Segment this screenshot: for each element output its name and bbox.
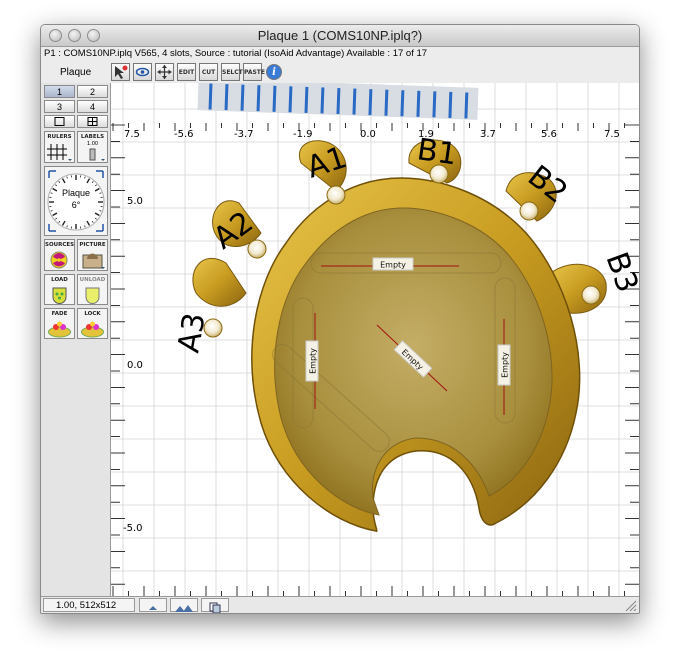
copy-button[interactable] xyxy=(201,598,229,613)
rulers-label: RULERS xyxy=(47,134,72,140)
cut-button[interactable]: CUT xyxy=(199,63,218,81)
labels-button[interactable]: LABELS 1.00 xyxy=(77,131,108,163)
x-tick-0: 7.5 xyxy=(124,129,140,140)
y-tick-2: -5.0 xyxy=(123,523,143,534)
unload-button[interactable]: UNLOAD xyxy=(77,274,108,305)
plaque-canvas[interactable]: Empty Empty Empty Empty A1 B1 A2 B2 A3 B… xyxy=(111,83,639,596)
ruler-strip xyxy=(197,83,479,120)
plaque-window: Plaque 1 (COMS10NP.iplq?) P1 : COMS10NP.… xyxy=(40,24,640,614)
unload-icon xyxy=(85,287,100,304)
load-label: LOAD xyxy=(51,277,68,283)
zoom-out-button[interactable] xyxy=(139,598,167,612)
info-button[interactable]: i xyxy=(266,64,282,80)
view-2-button[interactable]: 2 xyxy=(77,85,108,98)
sources-label: SOURCES xyxy=(45,242,75,248)
x-tick-8: 7.5 xyxy=(604,129,620,140)
move-button[interactable] xyxy=(155,63,174,81)
eye-icon xyxy=(135,67,150,77)
view-3-button[interactable]: 3 xyxy=(44,100,75,113)
picture-icon xyxy=(82,253,105,269)
x-tick-7: 5.6 xyxy=(541,129,557,140)
x-tick-6: 3.7 xyxy=(480,129,496,140)
load-button[interactable]: LOAD xyxy=(44,274,75,305)
slot-label-4: Empty xyxy=(501,352,510,378)
edit-icon: EDIT xyxy=(178,69,195,76)
labels-value: 1.00 xyxy=(86,141,99,147)
select-arrow-button[interactable] xyxy=(111,63,130,81)
paste-icon: PASTE xyxy=(244,69,266,76)
copy-icon xyxy=(209,602,221,613)
resize-grip-icon[interactable] xyxy=(625,600,637,612)
paste-button[interactable]: PASTE xyxy=(243,63,266,81)
dial-value: 6° xyxy=(71,200,81,210)
info-icon: i xyxy=(272,67,276,78)
edit-button[interactable]: EDIT xyxy=(177,63,196,81)
fade-button[interactable]: FADE xyxy=(44,308,75,339)
lock-label: LOCK xyxy=(84,311,101,317)
y-tick-1: 0.0 xyxy=(127,360,143,371)
picture-button[interactable]: PICTURE xyxy=(77,239,108,271)
grid-view-button[interactable] xyxy=(77,115,108,128)
toolbar-label: Plaque xyxy=(60,67,92,78)
pin-label-a3: A3 xyxy=(171,310,212,355)
grid-icon xyxy=(87,117,98,126)
label-scale-icon xyxy=(89,148,105,161)
title-bar[interactable]: Plaque 1 (COMS10NP.iplq?) xyxy=(41,25,639,47)
cut-icon: CUT xyxy=(201,69,216,76)
square-icon xyxy=(54,117,65,126)
slot-label-2: Empty xyxy=(309,348,318,374)
radiation-icon xyxy=(50,251,68,269)
picture-label: PICTURE xyxy=(79,242,106,248)
select-arrow-icon xyxy=(115,65,128,79)
sidebar: 1 2 3 4 RULERS LABELS 1.00 Plaque 6° SOU… xyxy=(41,83,111,596)
x-tick-4: 0.0 xyxy=(360,129,376,140)
plaque-info: P1 : COMS10NP.iplq V565, 4 slots, Source… xyxy=(44,48,428,59)
status-bar: 1.00, 512x512 xyxy=(41,596,639,613)
zoom-large-icon xyxy=(175,605,193,612)
x-tick-5: 1.9 xyxy=(418,129,434,140)
single-view-button[interactable] xyxy=(44,115,75,128)
rulers-button[interactable]: RULERS xyxy=(44,131,75,163)
fade-label: FADE xyxy=(51,311,68,317)
y-tick-0: 5.0 xyxy=(127,196,143,207)
view-1-button[interactable]: 1 xyxy=(44,85,75,98)
lock-button[interactable]: LOCK xyxy=(77,308,108,339)
x-tick-2: -3.7 xyxy=(234,129,254,140)
labels-label: LABELS xyxy=(80,134,105,140)
x-tick-3: -1.9 xyxy=(293,129,313,140)
zoom-in-button[interactable] xyxy=(170,598,198,612)
zoom-small-icon xyxy=(149,606,157,610)
view-button[interactable] xyxy=(133,63,152,81)
fade-icon xyxy=(48,321,71,338)
plaque-drawing[interactable]: Empty Empty Empty Empty A1 B1 A2 B2 A3 B… xyxy=(111,83,639,596)
window-title: Plaque 1 (COMS10NP.iplq?) xyxy=(257,28,423,43)
dial-label: Plaque xyxy=(61,188,91,198)
select-icon: SELCT xyxy=(222,69,243,76)
x-tick-1: -5.6 xyxy=(174,129,194,140)
sources-button[interactable]: SOURCES xyxy=(44,239,75,271)
toolbar: Plaque EDIT CUT SELCT PASTE i xyxy=(41,62,639,83)
view-4-button[interactable]: 4 xyxy=(77,100,108,113)
move-arrows-icon xyxy=(157,65,172,79)
zoom-readout: 1.00, 512x512 xyxy=(43,598,135,612)
lock-icon xyxy=(81,321,104,338)
rulers-icon xyxy=(47,144,72,161)
slot-label-1: Empty xyxy=(380,261,406,270)
rotation-dial[interactable]: Plaque 6° xyxy=(44,166,108,236)
select-button[interactable]: SELCT xyxy=(221,63,243,81)
unload-label: UNLOAD xyxy=(79,277,106,283)
load-icon xyxy=(52,287,67,304)
